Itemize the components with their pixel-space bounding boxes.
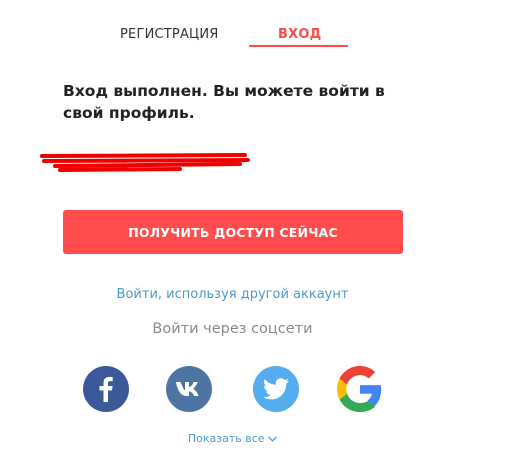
tab-login[interactable]: ВХОД (278, 27, 321, 42)
twitter-icon (263, 378, 289, 400)
vk-login-button[interactable] (166, 366, 212, 412)
google-login-button[interactable] (337, 366, 383, 412)
chevron-down-icon (268, 436, 278, 442)
show-all-link[interactable]: Показать все (0, 432, 465, 445)
facebook-icon (99, 376, 113, 402)
active-tab-indicator (249, 45, 348, 47)
redacted-text-scribble (40, 153, 250, 172)
facebook-login-button[interactable] (83, 366, 129, 412)
vk-icon (176, 382, 199, 396)
get-access-button[interactable]: ПОЛУЧИТЬ ДОСТУП СЕЙЧАС (63, 210, 403, 254)
show-all-label: Показать все (187, 432, 265, 445)
google-icon (337, 366, 382, 412)
social-login-title: Войти через соцсети (152, 321, 313, 337)
login-success-message: Вход выполнен. Вы можете войти в свой пр… (63, 82, 385, 122)
twitter-login-button[interactable] (253, 366, 299, 412)
tab-registration[interactable]: РЕГИСТРАЦИЯ (120, 27, 219, 42)
other-account-link[interactable]: Войти, используя другой аккаунт (0, 287, 465, 302)
